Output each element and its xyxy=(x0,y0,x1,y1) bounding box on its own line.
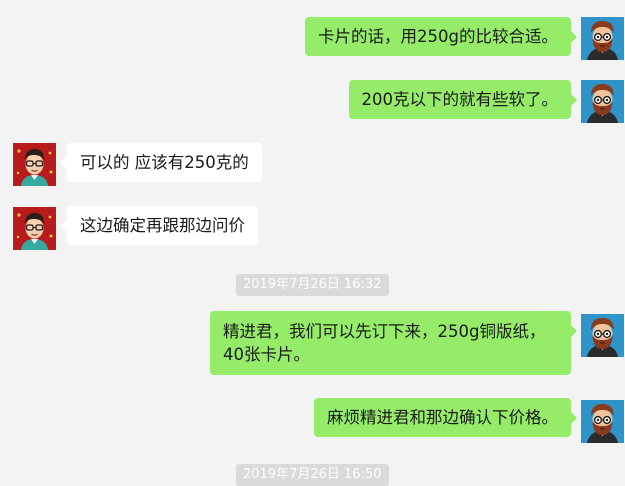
message-bubble-sent[interactable]: 卡片的话，用250g的比较合适。 xyxy=(305,17,577,56)
message-bubble-received[interactable]: 可以的 应该有250克的 xyxy=(61,143,262,182)
chat-timestamp: 2019年7月26日 16:32 xyxy=(236,274,389,296)
message-bubble-sent[interactable]: 200克以下的就有些软了。 xyxy=(348,80,577,119)
message-bubble-sent[interactable]: 麻烦精进君和那边确认下价格。 xyxy=(314,398,577,437)
contact-avatar-icon[interactable] xyxy=(13,207,56,250)
contact-avatar-icon[interactable] xyxy=(13,143,56,186)
message-bubble-received[interactable]: 这边确定再跟那边问价 xyxy=(61,206,258,245)
my-avatar-icon[interactable] xyxy=(581,314,624,357)
chat-timestamp: 2019年7月26日 16:50 xyxy=(236,464,389,486)
my-avatar-icon[interactable] xyxy=(581,80,624,123)
my-avatar-icon[interactable] xyxy=(581,17,624,60)
my-avatar-icon[interactable] xyxy=(581,400,624,443)
message-bubble-sent[interactable]: 精进君，我们可以先订下来，250g铜版纸，40张卡片。 xyxy=(210,311,577,375)
